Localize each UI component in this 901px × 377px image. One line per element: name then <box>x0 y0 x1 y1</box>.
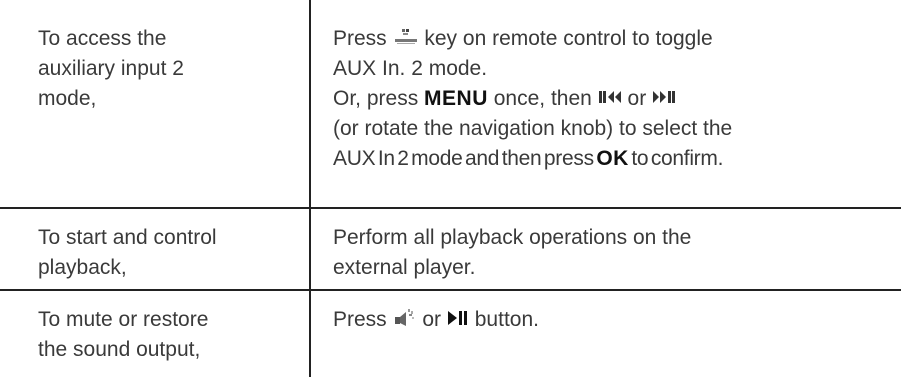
table-row: To start and control playback, Perform a… <box>0 209 901 289</box>
action-line: AUX In. 2 mode. <box>333 57 488 80</box>
action-line: (or rotate the navigation knob) to selec… <box>333 117 733 140</box>
row-action: Perform all playback operations on the e… <box>333 223 893 283</box>
condition-line: auxiliary input 2 <box>38 57 184 80</box>
action-text: Press <box>333 27 387 50</box>
row-action: Press or button. <box>333 305 893 335</box>
row-condition: To start and control playback, <box>38 223 288 283</box>
action-text: to confirm. <box>631 147 724 170</box>
condition-line: To access the <box>38 27 167 50</box>
table-row: To access the auxiliary input 2 mode, Pr… <box>0 0 901 207</box>
action-text: or <box>422 308 442 331</box>
action-text: AUX In 2 mode and then press <box>333 147 594 170</box>
row-condition: To access the auxiliary input 2 mode, <box>38 24 288 114</box>
aux-in-2-remote-key-icon <box>393 28 419 46</box>
action-line: Press key on remote control to toggle <box>333 24 893 54</box>
table-row: To mute or restore the sound output, Pre… <box>0 291 901 377</box>
row-condition: To mute or restore the sound output, <box>38 305 288 365</box>
play-pause-icon <box>447 310 469 326</box>
condition-line: mode, <box>38 87 97 110</box>
action-text: Press <box>333 308 387 331</box>
action-text: key on remote control to toggle <box>424 27 713 50</box>
action-line: Press or button. <box>333 305 893 335</box>
action-text: Or, press <box>333 87 419 110</box>
condition-line: To start and control <box>38 226 217 249</box>
action-text: button. <box>474 308 539 331</box>
action-line: external player. <box>333 256 476 279</box>
condition-line: playback, <box>38 256 127 279</box>
ok-key-label: OK <box>596 147 629 170</box>
next-track-icon <box>652 89 676 105</box>
action-text: or <box>627 87 647 110</box>
mute-key-icon <box>393 308 417 328</box>
column-divider <box>309 0 311 377</box>
previous-track-icon <box>598 89 622 105</box>
condition-line: To mute or restore <box>38 308 209 331</box>
action-line: Perform all playback operations on the <box>333 226 692 249</box>
condition-line: the sound output, <box>38 338 201 361</box>
action-line: Or, press MENU once, then or <box>333 84 893 114</box>
row-action: Press key on remote control to toggle AU… <box>333 24 893 174</box>
action-line: AUX In 2 mode and then press OK to confi… <box>333 144 893 174</box>
action-text: once, then <box>493 87 592 110</box>
menu-key-label: MENU <box>424 87 488 110</box>
